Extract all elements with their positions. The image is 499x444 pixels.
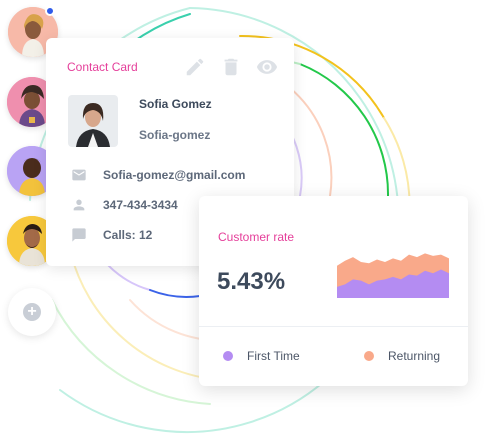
add-contact-button[interactable]: + bbox=[8, 288, 56, 336]
contact-calls: Calls: 12 bbox=[103, 228, 153, 242]
customer-rate-card: Customer rate 5.43% First Time Returning bbox=[199, 196, 468, 386]
view-icon[interactable] bbox=[256, 56, 278, 78]
legend-label: First Time bbox=[247, 349, 300, 363]
delete-icon[interactable] bbox=[220, 56, 242, 78]
person-icon bbox=[71, 197, 87, 213]
customer-rate-area-chart bbox=[337, 253, 449, 298]
legend-item-first-time: First Time bbox=[223, 349, 300, 363]
contact-photo bbox=[68, 95, 118, 147]
legend-swatch bbox=[223, 351, 233, 361]
contact-phone[interactable]: 347-434-3434 bbox=[103, 198, 178, 212]
plus-icon: + bbox=[23, 303, 41, 321]
phone-row: 347-434-3434 bbox=[71, 197, 178, 213]
email-row: Sofia-gomez@gmail.com bbox=[71, 167, 245, 183]
contact-name: Sofia Gomez bbox=[139, 97, 212, 111]
contact-email[interactable]: Sofia-gomez@gmail.com bbox=[103, 168, 245, 182]
customer-rate-value: 5.43% bbox=[217, 268, 286, 295]
legend-swatch bbox=[364, 351, 374, 361]
chat-icon bbox=[71, 227, 87, 243]
legend-label: Returning bbox=[388, 349, 441, 363]
person-portrait-icon bbox=[68, 95, 118, 147]
contact-card-actions bbox=[184, 56, 278, 78]
calls-row: Calls: 12 bbox=[71, 227, 152, 243]
customer-rate-title: Customer rate bbox=[218, 230, 295, 244]
divider bbox=[199, 326, 468, 327]
online-status-indicator bbox=[45, 6, 55, 16]
email-icon bbox=[71, 167, 87, 183]
legend-item-returning: Returning bbox=[364, 349, 440, 363]
edit-icon[interactable] bbox=[184, 56, 206, 78]
contact-handle: Sofia-gomez bbox=[139, 128, 211, 142]
contact-card-title: Contact Card bbox=[67, 60, 138, 74]
